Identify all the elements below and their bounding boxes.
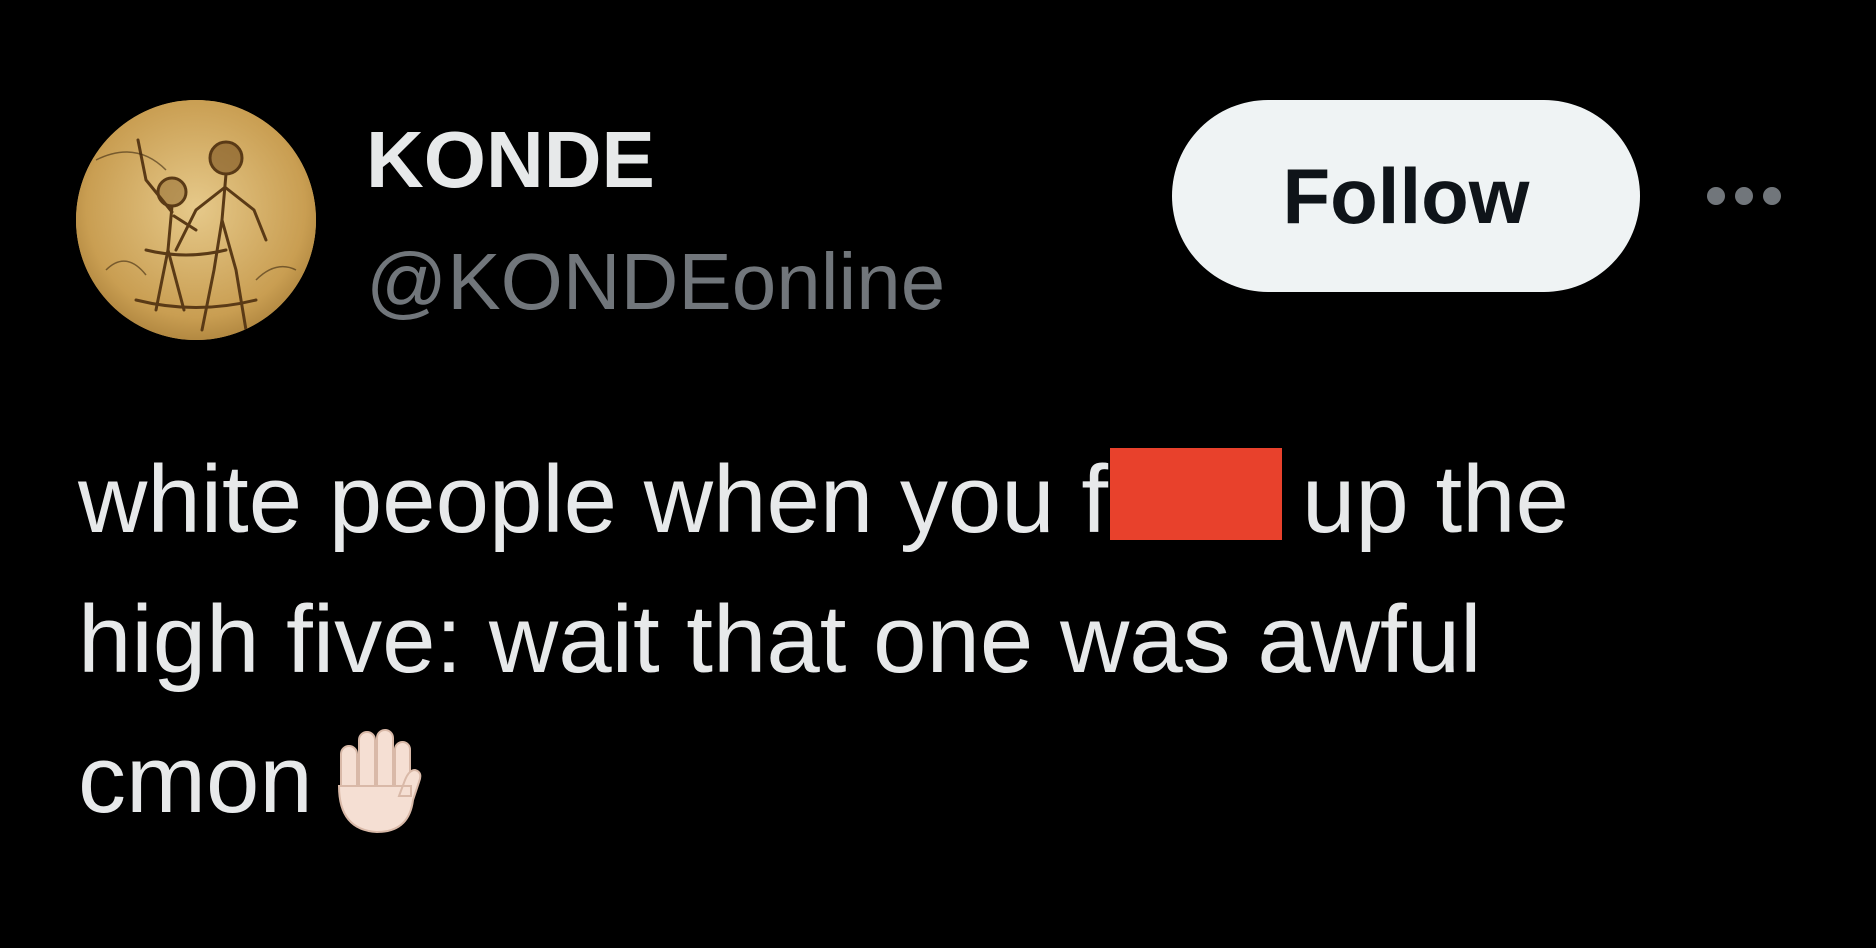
raised-hand-icon xyxy=(327,726,423,836)
avatar[interactable] xyxy=(76,100,316,340)
redaction-block xyxy=(1110,448,1283,540)
author-display-name[interactable]: KONDE xyxy=(366,110,655,210)
tweet-text-line-1: white people when you f up the xyxy=(78,430,1838,570)
more-horizontal-icon-dot xyxy=(1763,187,1781,205)
avatar-image xyxy=(76,100,316,340)
tweet-card: KONDE @KONDEonline Follow white people w… xyxy=(0,0,1876,948)
follow-button[interactable]: Follow xyxy=(1172,100,1640,292)
tweet-text-line-2: high five: wait that one was awful xyxy=(78,586,1482,693)
tweet-text-segment: up the xyxy=(1302,446,1569,553)
tweet-text-line-3: cmon xyxy=(78,710,1838,850)
more-horizontal-icon xyxy=(1707,187,1725,205)
more-horizontal-icon-dot xyxy=(1735,187,1753,205)
tweet-text: white people when you f up the high five:… xyxy=(78,430,1838,850)
more-options-button[interactable] xyxy=(1696,164,1792,228)
tweet-text-segment: white people when you f xyxy=(78,446,1109,553)
author-handle[interactable]: @KONDEonline xyxy=(366,232,945,332)
tweet-text-segment: cmon xyxy=(78,726,313,833)
